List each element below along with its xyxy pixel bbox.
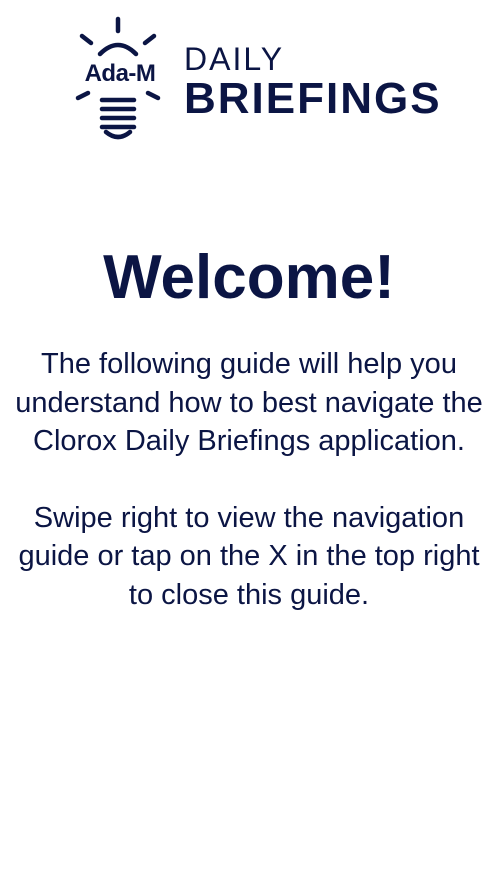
lightbulb-icon: Ada-M bbox=[70, 16, 170, 142]
logo-line-daily: DAILY bbox=[184, 41, 285, 77]
welcome-title: Welcome! bbox=[103, 243, 395, 312]
swipe-instructions-paragraph: Swipe right to view the navigation guide… bbox=[18, 501, 480, 611]
logo-bulb-label: Ada-M bbox=[84, 60, 156, 87]
welcome-instructions: The following guide will help you unders… bbox=[8, 345, 490, 614]
intro-paragraph: The following guide will help you unders… bbox=[15, 348, 483, 457]
welcome-guide-screen[interactable]: Ada-M DAILY BRIEFINGS Welcome! The follo… bbox=[0, 0, 498, 870]
logo-wordmark: DAILY BRIEFINGS bbox=[184, 42, 442, 122]
logo-line-briefings: BRIEFINGS bbox=[184, 74, 442, 123]
app-logo: Ada-M DAILY BRIEFINGS bbox=[70, 16, 440, 142]
